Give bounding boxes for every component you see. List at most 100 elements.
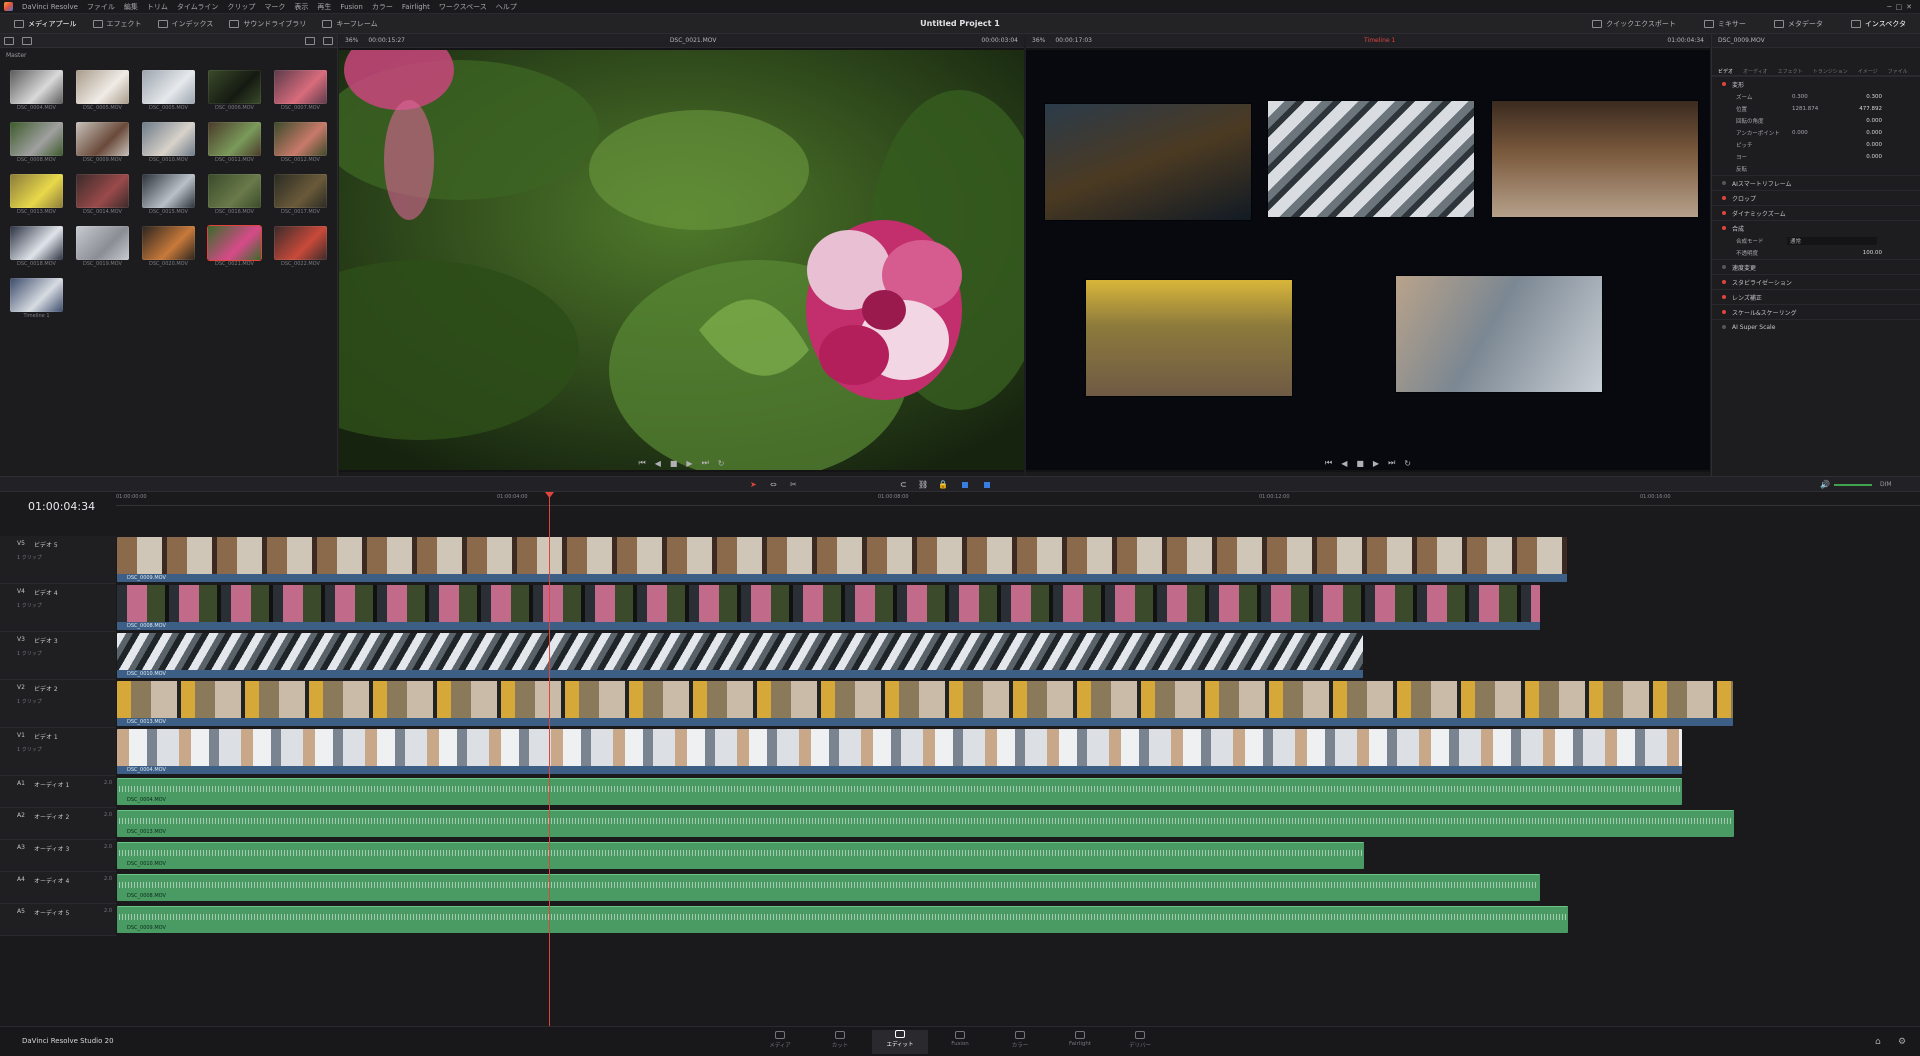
blade-tool-icon[interactable]: ✂ [790, 480, 797, 489]
media-pool-clip[interactable]: DSC_0014.MOV [76, 174, 134, 215]
enable-dot-icon[interactable] [1722, 181, 1726, 185]
page-color[interactable]: カラー [992, 1031, 1048, 1049]
media-pool-clip[interactable]: DSC_0005.MOV [76, 70, 134, 111]
media-pool-clip[interactable]: DSC_0016.MOV [208, 174, 266, 215]
media-pool-clip[interactable]: DSC_0009.MOV [76, 122, 134, 163]
media-pool-button[interactable]: メディアプール [6, 14, 85, 33]
timeline-frame[interactable] [1026, 50, 1710, 470]
zoom-x-field[interactable]: 0.300 [1792, 94, 1808, 100]
media-pool-clip[interactable]: DSC_0022.MOV [274, 226, 332, 267]
source-zoom[interactable]: 36% [345, 37, 358, 44]
menu-timeline[interactable]: タイムライン [177, 2, 219, 12]
enable-dot-icon[interactable] [1722, 265, 1726, 269]
menu-app[interactable]: DaVinci Resolve [22, 3, 78, 11]
media-pool-clip[interactable]: DSC_0011.MOV [208, 122, 266, 163]
audio-track-header[interactable]: A1 オーディオ 1 2.0 [0, 776, 116, 808]
marker-icon[interactable] [984, 482, 990, 488]
section-composite[interactable]: 合成 [1712, 220, 1920, 235]
menu-workspace[interactable]: ワークスペース [439, 2, 487, 12]
section-smart-reframe[interactable]: AIスマートリフレーム [1712, 175, 1920, 190]
media-pool-clip[interactable]: DSC_0018.MOV [10, 226, 68, 267]
mixer-button[interactable]: ミキサー [1696, 14, 1754, 33]
audio-track-header[interactable]: A2 オーディオ 2 2.0 [0, 808, 116, 840]
media-pool-clip[interactable]: DSC_0021.MOV [208, 226, 266, 267]
enable-dot-icon[interactable] [1722, 211, 1726, 215]
snapping-icon[interactable]: ⊂ [900, 480, 907, 489]
page-edit[interactable]: エディット [872, 1030, 928, 1054]
inspector-button[interactable]: インスペクタ [1843, 14, 1914, 33]
media-pool-clip[interactable]: DSC_0006.MOV [208, 70, 266, 111]
media-pool-clip[interactable]: DSC_0013.MOV [10, 174, 68, 215]
menu-fusion[interactable]: Fusion [340, 3, 362, 11]
menu-fairlight[interactable]: Fairlight [402, 3, 430, 11]
maximize-icon[interactable]: □ [1896, 3, 1903, 11]
enable-dot-icon[interactable] [1722, 196, 1726, 200]
media-pool-clip[interactable]: DSC_0008.MOV [10, 122, 68, 163]
enable-dot-icon[interactable] [1722, 295, 1726, 299]
sound-library-button[interactable]: サウンドライブラリ [221, 14, 314, 33]
section-super-scale[interactable]: AI Super Scale [1712, 319, 1920, 334]
source-jump-start-icon[interactable]: ⏮ [639, 458, 646, 468]
list-view-icon[interactable] [4, 36, 14, 45]
close-icon[interactable]: ✕ [1906, 3, 1912, 11]
menu-view[interactable]: 表示 [294, 2, 308, 12]
minimize-icon[interactable]: ─ [1887, 3, 1891, 11]
keyframe-button[interactable]: キーフレーム [314, 14, 385, 33]
enable-dot-icon[interactable] [1722, 82, 1726, 86]
tl-jump-end-icon[interactable]: ⏭ [1388, 458, 1395, 468]
position-y-field[interactable]: 477.892 [1859, 106, 1882, 112]
media-pool-clip[interactable]: DSC_0020.MOV [142, 226, 200, 267]
quick-export-button[interactable]: クイックエクスポート [1584, 14, 1684, 33]
tab-effects[interactable]: エフェクト [1778, 68, 1803, 75]
video-track-header[interactable]: V1 ビデオ 1 1 クリップ [0, 728, 116, 776]
video-clip[interactable]: DSC_0013.MOV [117, 681, 1733, 726]
composite-mode-select[interactable]: 通常 [1787, 237, 1877, 245]
section-stabilization[interactable]: スタビライゼーション [1712, 274, 1920, 289]
video-clip[interactable]: DSC_0004.MOV [117, 729, 1682, 774]
volume-slider[interactable] [1834, 484, 1872, 486]
source-stop-icon[interactable]: ■ [670, 459, 678, 468]
section-speed-change[interactable]: 速度変更 [1712, 259, 1920, 274]
video-track-header[interactable]: V4 ビデオ 4 1 クリップ [0, 584, 116, 632]
linked-selection-icon[interactable]: ⛓ [918, 480, 928, 489]
settings-gear-icon[interactable]: ⚙ [1898, 1037, 1906, 1047]
pitch-field[interactable]: 0.000 [1866, 142, 1882, 148]
home-icon[interactable]: ⌂ [1875, 1037, 1881, 1047]
zoom-y-field[interactable]: 0.300 [1866, 94, 1882, 100]
tab-audio[interactable]: オーディオ [1743, 68, 1768, 75]
audio-track-header[interactable]: A5 オーディオ 5 2.0 [0, 904, 116, 936]
video-track-header[interactable]: V3 ビデオ 3 1 クリップ [0, 632, 116, 680]
menu-color[interactable]: カラー [372, 2, 393, 12]
dim-button[interactable]: DIM [1880, 481, 1892, 488]
page-fusion[interactable]: Fusion [932, 1031, 988, 1047]
menu-mark[interactable]: マーク [264, 2, 285, 12]
playhead[interactable] [549, 492, 550, 1026]
menu-trim[interactable]: トリム [147, 2, 168, 12]
page-fairlight[interactable]: Fairlight [1052, 1031, 1108, 1047]
audio-clip[interactable]: DSC_0013.MOV [117, 810, 1734, 837]
anchor-y-field[interactable]: 0.000 [1866, 130, 1882, 136]
rotation-field[interactable]: 0.000 [1866, 118, 1882, 124]
video-clip[interactable]: DSC_0008.MOV [117, 585, 1540, 630]
section-dynamic-zoom[interactable]: ダイナミックズーム [1712, 205, 1920, 220]
source-clip-name[interactable]: DSC_0021.MOV [670, 37, 717, 44]
page-deliver[interactable]: デリバー [1112, 1031, 1168, 1049]
tl-play-icon[interactable]: ▶ [1373, 459, 1379, 468]
media-pool-clip[interactable]: DSC_0015.MOV [142, 174, 200, 215]
source-jump-end-icon[interactable]: ⏭ [702, 458, 709, 468]
enable-dot-icon[interactable] [1722, 226, 1726, 230]
source-loop-icon[interactable]: ↻ [718, 459, 725, 468]
audio-clip[interactable]: DSC_0010.MOV [117, 842, 1364, 869]
media-pool-clip[interactable]: DSC_0004.MOV [10, 70, 68, 111]
section-lens-correction[interactable]: レンズ補正 [1712, 289, 1920, 304]
selection-tool-icon[interactable]: ➤ [750, 480, 757, 489]
media-pool-clip[interactable]: DSC_0017.MOV [274, 174, 332, 215]
media-pool-clip[interactable]: DSC_0012.MOV [274, 122, 332, 163]
media-pool-clip[interactable]: DSC_0019.MOV [76, 226, 134, 267]
timeline-ruler[interactable]: 01:00:00:00 01:00:04:00 01:00:08:00 01:0… [116, 492, 1920, 506]
section-transform[interactable]: 変形 [1712, 76, 1920, 91]
enable-dot-icon[interactable] [1722, 325, 1726, 329]
audio-track-header[interactable]: A4 オーディオ 4 2.0 [0, 872, 116, 904]
tab-transition[interactable]: トランジション [1813, 68, 1848, 75]
tl-loop-icon[interactable]: ↻ [1404, 459, 1411, 468]
